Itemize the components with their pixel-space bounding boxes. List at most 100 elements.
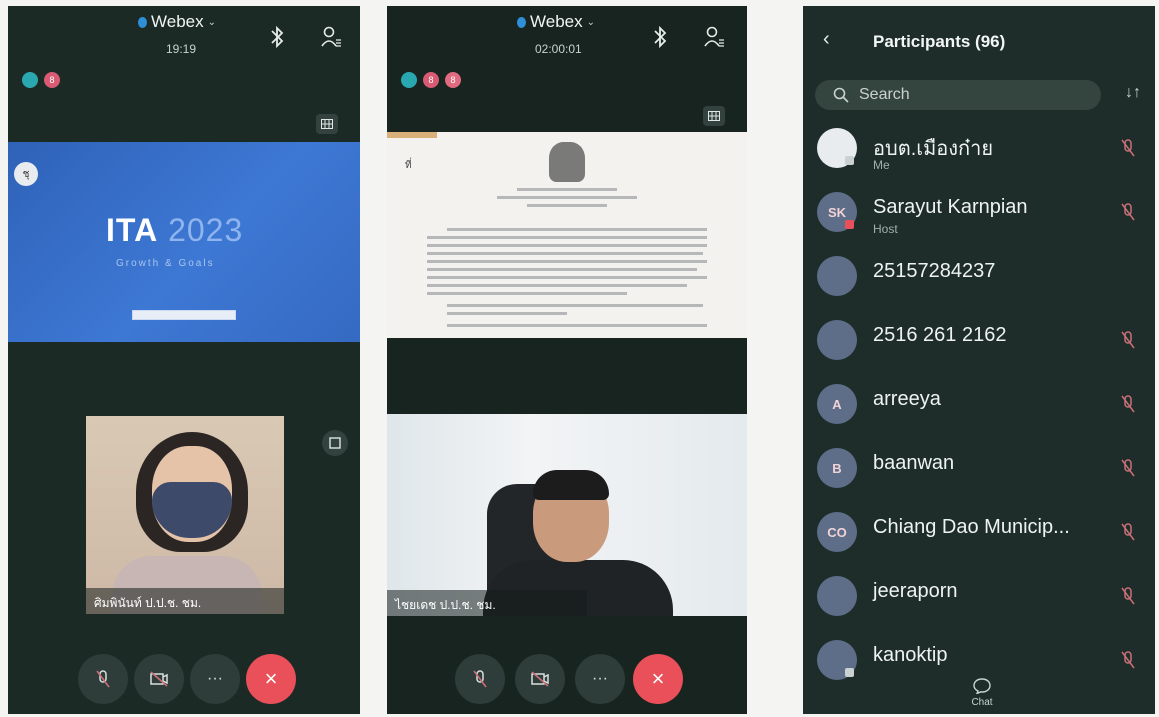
participant-row[interactable]: B baanwan [803,436,1155,500]
chevron-down-icon: ⌄ [207,16,216,28]
meeting-timer: 02:00:01 [535,42,582,56]
mic-muted-icon[interactable] [1121,330,1135,350]
participant-name-tag: ไชยเดช ป.ป.ช. ชม. [387,590,587,616]
panel-header: ‹ Participants (96) [803,6,1155,70]
avatar [817,256,857,296]
camera-button[interactable] [515,654,565,704]
app-title[interactable]: Webex ⌄ [517,12,595,32]
mute-button[interactable] [78,654,128,704]
search-input[interactable] [859,86,1079,104]
avatar[interactable] [22,72,38,88]
participant-row[interactable]: 25157284237 [803,244,1155,308]
shared-content[interactable]: ชุ ITA 2023 Growth & Goals [8,142,360,342]
avatar [817,320,857,360]
document-line [427,284,687,287]
meeting-timer: 19:19 [166,42,197,56]
search-icon [833,87,849,103]
avatar[interactable]: 8 [44,72,60,88]
chat-icon [973,678,991,695]
switch-view-button[interactable] [322,430,348,456]
document-line [427,252,703,255]
bluetooth-icon[interactable] [266,24,288,50]
meeting-screen-shared-document: Webex ⌄ 02:00:01 8 8 ที่ ไชยเดช ป.ป.ช. ช… [387,6,747,714]
participant-row[interactable]: A arreeya [803,372,1155,436]
participant-name: baanwan [873,452,955,474]
document-line [447,304,703,307]
share-title-bold: ITA [106,212,159,248]
camera-off-icon [150,671,168,687]
document-line [427,236,707,239]
avatar[interactable]: 8 [445,72,461,88]
host-icon [845,220,854,229]
mic-muted-icon[interactable] [1121,458,1135,478]
video-tile[interactable]: ไชยเดช ป.ป.ช. ชม. [387,414,747,616]
participant-row[interactable]: jeeraporn [803,564,1155,628]
avatar[interactable] [401,72,417,88]
layout-grid-button[interactable] [703,106,725,126]
participants-panel: ‹ Participants (96) ↓↑ อบต.เมืองก๋าย Me … [803,6,1155,714]
participants-icon[interactable] [320,24,342,50]
document-line [527,204,607,207]
mic-muted-icon[interactable] [1121,586,1135,606]
mic-muted-icon[interactable] [1121,650,1135,670]
document-line [517,188,617,191]
more-icon: ··· [207,670,223,687]
device-icon [845,156,854,165]
screenshot-collage: Webex ⌄ 19:19 8 ชุ ITA 2023 Growth & Goa… [0,0,1159,717]
document-line [447,324,707,327]
video-tile[interactable]: ศิมพินันท์ ป.ป.ช. ชม. [86,416,284,614]
mic-muted-icon[interactable] [1121,522,1135,542]
participant-name: kanoktip [873,644,948,666]
sort-icon[interactable]: ↓↑ [1125,84,1141,102]
participant-row[interactable]: 2516 261 2162 [803,308,1155,372]
participant-name: Chiang Dao Municip... [873,516,1070,538]
more-options-button[interactable]: ··· [190,654,240,704]
participant-role: Me [873,158,890,172]
bluetooth-icon[interactable] [649,24,671,50]
camera-button[interactable] [134,654,184,704]
participant-name: Sarayut Karnpian [873,196,1028,218]
app-name: Webex [151,12,204,31]
chat-button[interactable]: Chat [967,678,997,708]
participants-icon[interactable] [703,24,725,50]
participant-name: jeeraporn [873,580,958,602]
grid-icon [321,119,333,129]
avatar [817,576,857,616]
end-call-icon: × [651,666,665,691]
more-options-button[interactable]: ··· [575,654,625,704]
avatar: CO [817,512,857,552]
mic-muted-icon[interactable] [1121,138,1135,158]
document-mark: ที่ [405,160,412,171]
participant-name: arreeya [873,388,941,410]
mic-muted-icon[interactable] [1121,394,1135,414]
end-call-button[interactable]: × [633,654,683,704]
webex-logo-icon [138,16,147,28]
participant-name: ไชยเดช ป.ป.ช. ชม. [395,598,496,612]
more-icon: ··· [592,670,608,687]
document-line [427,268,697,271]
mute-button[interactable] [455,654,505,704]
share-title: ITA 2023 [106,212,243,249]
document-line [427,260,707,263]
end-call-button[interactable]: × [246,654,296,704]
participant-row[interactable]: SK Sarayut Karnpian Host [803,180,1155,244]
participant-row[interactable]: CO Chiang Dao Municip... [803,500,1155,564]
document-line [427,292,627,295]
top-bar: Webex ⌄ 02:00:01 [387,6,747,66]
search-bar[interactable] [815,80,1101,110]
participant-name: ศิมพินันท์ ป.ป.ช. ชม. [94,596,202,610]
shared-document[interactable]: ที่ [387,132,747,338]
avatar[interactable]: 8 [423,72,439,88]
mic-muted-icon[interactable] [1121,202,1135,222]
mic-muted-icon [96,670,110,688]
layout-grid-button[interactable] [316,114,338,134]
active-speaker-avatars: 8 8 [401,72,461,88]
participant-name: 2516 261 2162 [873,324,1007,346]
app-title[interactable]: Webex ⌄ [138,12,216,32]
back-icon[interactable]: ‹ [823,28,830,51]
document-line [427,276,707,279]
share-title-light: 2023 [168,212,244,248]
participant-row[interactable]: อบต.เมืองก๋าย Me [803,116,1155,180]
webex-logo-icon [517,16,526,28]
participant-role: Host [873,222,898,236]
